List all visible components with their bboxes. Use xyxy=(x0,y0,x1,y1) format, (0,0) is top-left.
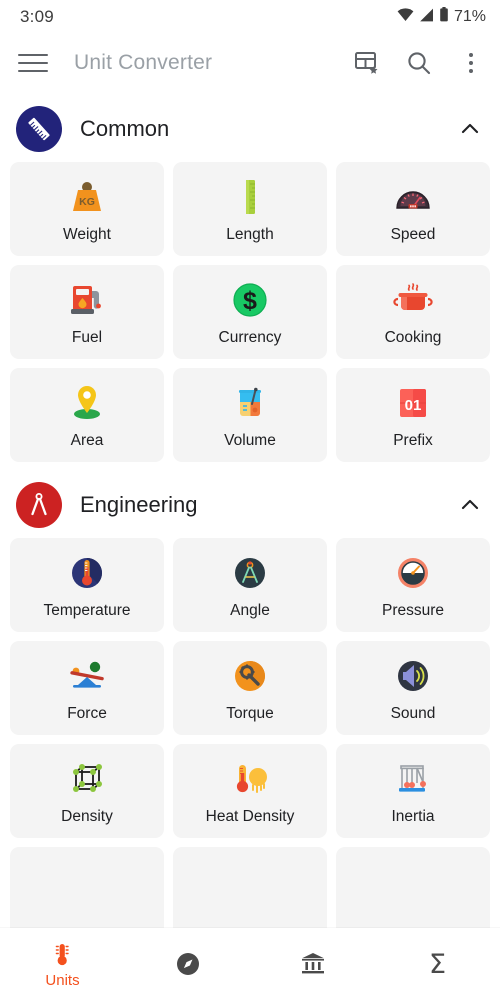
cooking-pot-icon xyxy=(391,277,435,323)
status-time: 3:09 xyxy=(20,7,54,26)
chevron-up-icon[interactable] xyxy=(456,491,484,519)
battery-icon xyxy=(439,7,449,27)
overflow-menu-icon[interactable] xyxy=(456,48,486,78)
compass-icon xyxy=(175,949,201,979)
thermometer-sun-icon xyxy=(228,756,272,802)
app-bar: Unit Converter xyxy=(0,34,500,92)
dollar-coin-icon: $ xyxy=(228,277,272,323)
beaker-icon xyxy=(228,380,272,426)
category-label: Density xyxy=(61,808,113,825)
category-card-cooking[interactable]: Cooking xyxy=(336,265,490,359)
category-label: Volume xyxy=(224,432,276,449)
battery-percent: 71% xyxy=(453,8,486,25)
category-card-angle[interactable]: Angle xyxy=(173,538,327,632)
category-card-torque[interactable]: Torque xyxy=(173,641,327,735)
nav-item-compass[interactable] xyxy=(125,928,250,1000)
category-label: Cooking xyxy=(384,329,442,346)
weight-kg-icon: KG xyxy=(65,174,109,220)
unit-converter-app: 3:09 71% Unit Converter Common KG Weight… xyxy=(0,0,500,1000)
category-label: Sound xyxy=(390,705,436,722)
category-label: Area xyxy=(70,432,104,449)
category-label: Angle xyxy=(230,602,270,619)
category-card-currency[interactable]: $ Currency xyxy=(173,265,327,359)
category-label: Speed xyxy=(390,226,436,243)
category-card-inertia[interactable]: Inertia xyxy=(336,744,490,838)
category-label: Length xyxy=(226,226,274,243)
category-label: Inertia xyxy=(391,808,435,825)
nav-item-units[interactable]: Units xyxy=(0,928,125,1000)
speaker-icon xyxy=(391,653,435,699)
category-label: Pressure xyxy=(381,602,445,619)
category-card-prefix[interactable]: 01 Prefix xyxy=(336,368,490,462)
category-label: Heat Density xyxy=(205,808,295,825)
category-card-force[interactable]: Force xyxy=(10,641,164,735)
wifi-icon xyxy=(397,7,414,27)
chevron-up-icon[interactable] xyxy=(456,115,484,143)
section-title: Engineering xyxy=(80,492,198,517)
nav-item-sigma[interactable]: Σ xyxy=(375,928,500,1000)
category-card-length[interactable]: Length xyxy=(173,162,327,256)
category-card-speed[interactable]: Speed xyxy=(336,162,490,256)
section-title: Common xyxy=(80,116,170,141)
category-card-temperature[interactable]: Temperature xyxy=(10,538,164,632)
pressure-gauge-icon xyxy=(391,550,435,596)
category-label: Torque xyxy=(226,705,274,722)
category-card-area[interactable]: Area xyxy=(10,368,164,462)
svg-text:KG: KG xyxy=(79,196,95,208)
category-grid-partial-row xyxy=(0,847,500,941)
app-bar-actions xyxy=(352,48,486,78)
cellular-signal-icon xyxy=(419,8,434,27)
fuel-pump-icon xyxy=(65,277,109,323)
bank-icon xyxy=(299,949,327,979)
map-pin-icon xyxy=(65,380,109,426)
seesaw-icon xyxy=(65,653,109,699)
speedometer-icon xyxy=(391,174,435,220)
newtons-cradle-icon xyxy=(391,756,435,802)
svg-text:$: $ xyxy=(243,287,257,315)
category-label: Fuel xyxy=(71,329,103,346)
thermometer-circle-icon xyxy=(65,550,109,596)
sigma-icon: Σ xyxy=(429,949,446,979)
sigma-glyph: Σ xyxy=(428,948,447,980)
category-label: Force xyxy=(67,705,107,722)
nav-label-units: Units xyxy=(45,971,80,989)
favorites-grid-icon[interactable] xyxy=(352,48,382,78)
section-header-engineering[interactable]: Engineering xyxy=(0,462,500,538)
category-card-pressure[interactable]: Pressure xyxy=(336,538,490,632)
search-icon[interactable] xyxy=(404,48,434,78)
category-grid-common: KG Weight Length Speed Fuel $ Currency C… xyxy=(0,162,500,462)
compass-circle-icon xyxy=(228,550,272,596)
category-card-sound[interactable]: Sound xyxy=(336,641,490,735)
category-label: Weight xyxy=(63,226,111,243)
ruler-green-icon xyxy=(228,174,272,220)
thermometer-units-icon xyxy=(49,940,77,970)
nav-item-bank[interactable] xyxy=(250,928,375,1000)
category-card-partial[interactable] xyxy=(336,847,490,941)
category-card-fuel[interactable]: Fuel xyxy=(10,265,164,359)
bottom-navigation-bar: Units Σ xyxy=(0,928,500,1000)
category-card-heat-density[interactable]: Heat Density xyxy=(173,744,327,838)
category-label: Prefix xyxy=(393,432,433,449)
ruler-icon xyxy=(16,106,62,152)
hamburger-menu-icon[interactable] xyxy=(18,50,50,76)
category-card-weight[interactable]: KG Weight xyxy=(10,162,164,256)
section-header-common[interactable]: Common xyxy=(0,92,500,162)
cube-lattice-icon xyxy=(65,756,109,802)
category-label: Currency xyxy=(218,329,282,346)
counter-01-icon: 01 xyxy=(391,380,435,426)
category-card-density[interactable]: Density xyxy=(10,744,164,838)
status-indicators: 71% xyxy=(397,7,486,27)
categories-scroll-area[interactable]: Common KG Weight Length Speed Fuel $ Cur… xyxy=(0,92,500,1000)
compass-divider-icon xyxy=(16,482,62,528)
status-bar: 3:09 71% xyxy=(0,0,500,34)
svg-text:01: 01 xyxy=(405,397,422,414)
category-label: Temperature xyxy=(43,602,131,619)
wrench-gear-icon xyxy=(228,653,272,699)
page-title: Unit Converter xyxy=(74,51,213,74)
category-grid-engineering: Temperature Angle Pressure Force Torque … xyxy=(0,538,500,838)
category-card-volume[interactable]: Volume xyxy=(173,368,327,462)
category-card-partial[interactable] xyxy=(10,847,164,941)
category-card-partial[interactable] xyxy=(173,847,327,941)
